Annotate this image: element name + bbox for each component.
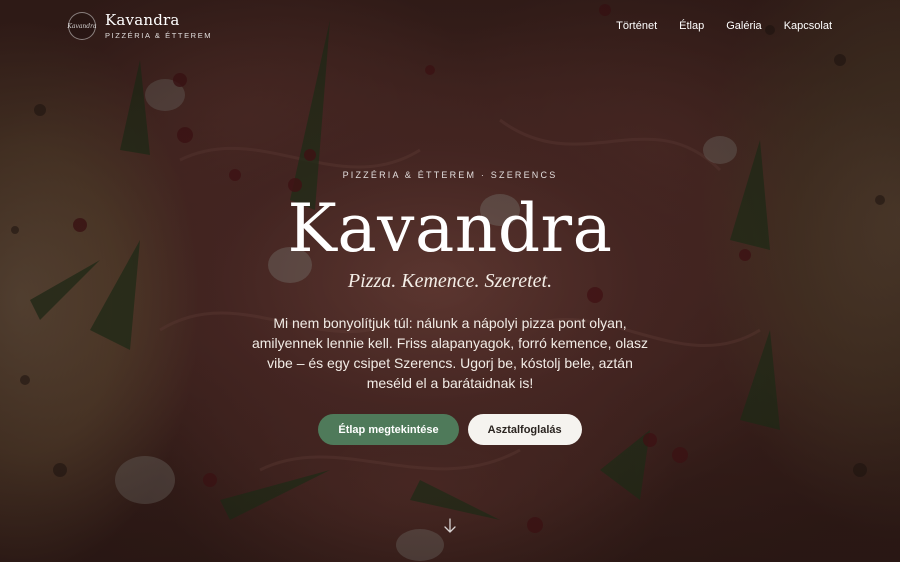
hero-title: Kavandra: [287, 190, 613, 267]
hero-tagline: Pizza. Kemence. Szeretet.: [347, 270, 553, 292]
hero-section: PIZZÉRIA & ÉTTEREM · SZERENCS Kavandra P…: [0, 0, 900, 562]
hero-eyebrow: PIZZÉRIA & ÉTTEREM · SZERENCS: [342, 170, 558, 180]
hero-lead-text: Mi nem bonyolítjuk túl: nálunk a nápolyi…: [251, 315, 649, 391]
book-table-button[interactable]: Asztalfoglalás: [467, 414, 582, 445]
hero-cta-row: Étlap megtekintése Asztalfoglalás: [318, 414, 582, 445]
arrow-down-icon[interactable]: [443, 518, 457, 534]
view-menu-button[interactable]: Étlap megtekintése: [318, 414, 459, 445]
